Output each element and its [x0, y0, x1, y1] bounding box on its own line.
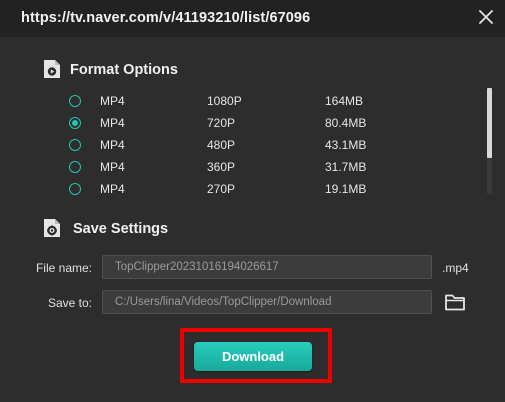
format-label: MP4: [100, 182, 125, 196]
radio-button[interactable]: [69, 95, 81, 107]
format-option-480p[interactable]: MP4 480P 43.1MB: [68, 135, 488, 157]
resolution-label: 720P: [207, 116, 236, 130]
save-settings-title: Save Settings: [73, 221, 169, 237]
radio-button-selected[interactable]: [69, 117, 81, 129]
format-label: MP4: [100, 94, 125, 108]
title-bar: https://tv.naver.com/v/41193210/list/670…: [0, 0, 505, 37]
scrollbar-thumb[interactable]: [487, 88, 492, 158]
folder-icon[interactable]: [444, 292, 466, 312]
file-name-input[interactable]: [102, 255, 432, 279]
resolution-label: 270P: [207, 182, 236, 196]
resolution-label: 1080P: [207, 94, 242, 108]
format-label: MP4: [100, 160, 125, 174]
radio-button[interactable]: [69, 139, 81, 151]
format-option-1080p[interactable]: MP4 1080P 164MB: [68, 91, 488, 113]
video-file-icon: [44, 60, 60, 78]
format-label: MP4: [100, 138, 125, 152]
size-label: 80.4MB: [325, 116, 367, 130]
format-option-360p[interactable]: MP4 360P 31.7MB: [68, 157, 488, 179]
format-option-270p[interactable]: MP4 270P 19.1MB: [68, 179, 488, 201]
radio-button[interactable]: [69, 183, 81, 195]
close-icon[interactable]: [478, 9, 494, 25]
file-name-label: File name:: [35, 261, 92, 275]
size-label: 19.1MB: [325, 182, 367, 196]
save-to-label: Save to:: [47, 296, 92, 310]
size-label: 43.1MB: [325, 138, 367, 152]
format-options-list: MP4 1080P 164MB MP4 720P 80.4MB MP4 480P…: [68, 91, 488, 201]
resolution-label: 360P: [207, 160, 236, 174]
size-label: 31.7MB: [325, 160, 367, 174]
radio-button[interactable]: [69, 161, 81, 173]
file-extension: .mp4: [442, 261, 469, 275]
settings-file-icon: [44, 219, 60, 237]
resolution-label: 480P: [207, 138, 236, 152]
window-url: https://tv.naver.com/v/41193210/list/670…: [21, 10, 311, 26]
format-label: MP4: [100, 116, 125, 130]
save-path-input[interactable]: [102, 290, 432, 314]
size-label: 164MB: [325, 94, 364, 108]
format-list-scrollbar[interactable]: [487, 88, 492, 194]
format-option-720p[interactable]: MP4 720P 80.4MB: [68, 113, 488, 135]
format-options-title: Format Options: [70, 62, 178, 78]
download-button[interactable]: Download: [194, 342, 312, 371]
